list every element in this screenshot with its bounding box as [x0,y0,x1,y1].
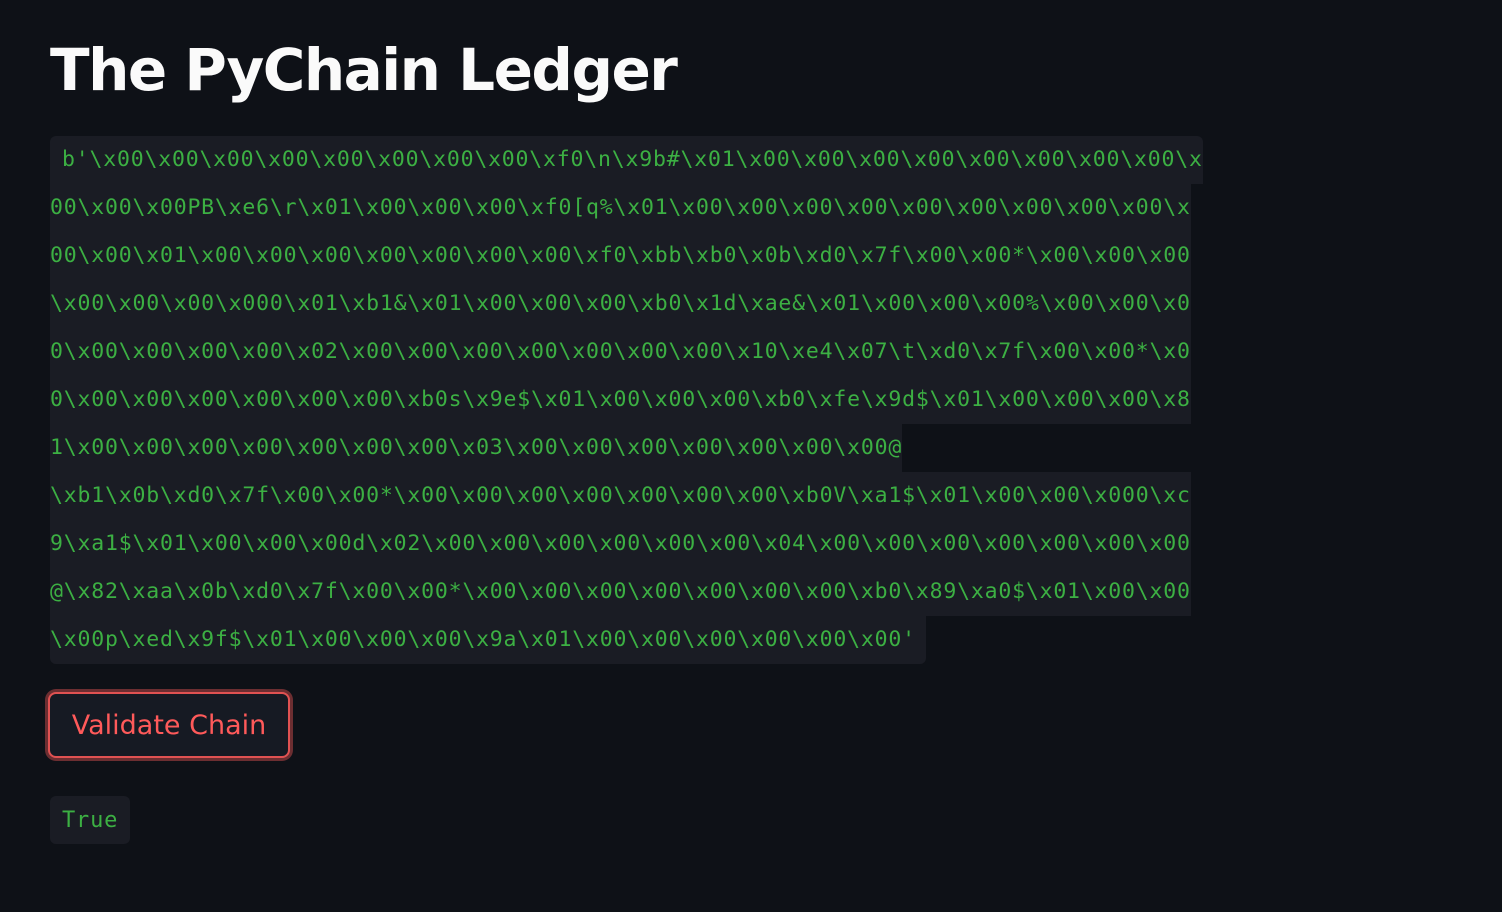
validate-chain-button[interactable]: Validate Chain [48,692,290,758]
ledger-line: b'\x00\x00\x00\x00\x00\x00\x00\x00\xf0\n… [50,136,1456,184]
ledger-line: 1\x00\x00\x00\x00\x00\x00\x00\x03\x00\x0… [50,424,1456,472]
ledger-line: @\x82\xaa\x0b\xd0\x7f\x00\x00*\x00\x00\x… [50,568,1456,616]
ledger-line: 00\x00\x01\x00\x00\x00\x00\x00\x00\x00\x… [50,232,1456,280]
ledger-line: \x00p\xed\x9f$\x01\x00\x00\x00\x9a\x01\x… [50,616,1456,664]
ledger-line: 0\x00\x00\x00\x00\x02\x00\x00\x00\x00\x0… [50,328,1456,376]
ledger-line: 0\x00\x00\x00\x00\x00\x00\xb0s\x9e$\x01\… [50,376,1456,424]
ledger-line: 00\x00\x00PB\xe6\r\x01\x00\x00\x00\xf0[q… [50,184,1456,232]
ledger-line: \xb1\x0b\xd0\x7f\x00\x00*\x00\x00\x00\x0… [50,472,1456,520]
validation-result: True [50,796,131,844]
ledger-line: 9\xa1$\x01\x00\x00\x00d\x02\x00\x00\x00\… [50,520,1456,568]
ledger-line: \x00\x00\x00\x000\x01\xb1&\x01\x00\x00\x… [50,280,1456,328]
ledger-output: b'\x00\x00\x00\x00\x00\x00\x00\x00\xf0\n… [50,136,1456,664]
page-title: The PyChain Ledger [50,36,678,104]
